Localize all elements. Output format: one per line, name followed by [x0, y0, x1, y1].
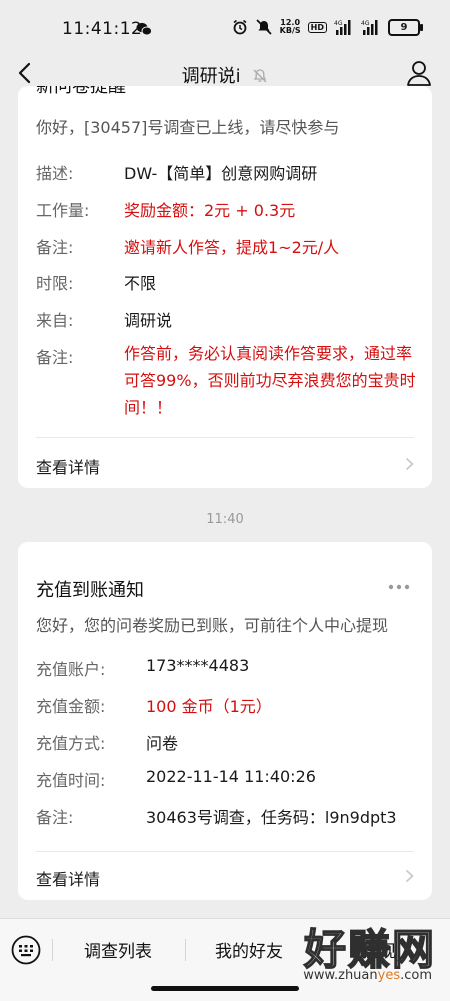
field-label: 来自: [36, 311, 74, 330]
field-value: 问卷 [146, 734, 179, 753]
chat-title: 调研说i [181, 66, 241, 87]
home-indicator[interactable] [151, 986, 299, 991]
field-label: 充值方式: [36, 734, 106, 753]
chevron-right-icon [405, 457, 414, 471]
menu-separator [317, 939, 318, 961]
chat-timestamp: 11:40 [206, 512, 244, 527]
field-value: 调研说 [124, 311, 173, 330]
divider [36, 851, 414, 852]
divider [36, 437, 414, 438]
payment-notice-card[interactable]: 充值到账通知 您好，您的问卷奖励已到账，可前往个人中心提现 充值账户: 173*… [18, 542, 432, 900]
status-icons: 12.0 KB/S HD 4G 4G 9 [232, 16, 423, 38]
field-label: 时限: [36, 274, 74, 293]
view-details-link[interactable]: 查看详情 [36, 866, 100, 890]
field-value: 2022-11-14 11:40:26 [146, 767, 316, 786]
field-value: 100 金币（1元） [146, 697, 272, 716]
field-value: 30463号调查，任务码：l9n9dpt3 [146, 808, 397, 827]
menu-my-friends[interactable]: 我的好友 [215, 937, 283, 962]
menu-survey-list[interactable]: 调查列表 [84, 937, 152, 962]
card-title: 充值到账通知 [36, 580, 144, 601]
field-label: 备注: [36, 348, 74, 367]
wechat-icon [136, 22, 152, 36]
field-label: 充值时间: [36, 771, 106, 790]
field-label: 工作量: [36, 201, 90, 220]
card-intro: 你好，[30457]号调查已上线，请尽快参与 [36, 118, 340, 137]
keyboard-icon[interactable] [11, 935, 41, 965]
card-title-partial: 新问卷提醒 [36, 86, 126, 97]
signal-icon: 4G [334, 20, 351, 35]
field-value: DW-【简单】创意网购调研 [124, 164, 318, 183]
field-label: 描述: [36, 164, 74, 183]
view-details-link[interactable]: 查看详情 [36, 454, 100, 478]
alarm-icon [233, 19, 247, 35]
svg-text:4G: 4G [334, 20, 343, 27]
field-label: 充值账户: [36, 660, 106, 679]
mute-bell-icon [253, 69, 267, 83]
status-bar: 11:41:12 12.0 KB/S HD 4G 4G 9 [0, 0, 450, 50]
field-label: 备注: [36, 808, 74, 827]
menu-withdraw[interactable]: 提现 [362, 937, 396, 962]
survey-notice-card[interactable]: 新问卷提醒 你好，[30457]号调查已上线，请尽快参与 描述: DW-【简单】… [18, 86, 432, 488]
field-value: 不限 [124, 274, 157, 293]
net-speed: 12.0 KB/S [279, 18, 301, 35]
more-dots-icon[interactable] [388, 584, 410, 590]
menu-separator [52, 939, 53, 961]
chat-title-wrap: 调研说i [0, 62, 450, 88]
menu-separator [185, 939, 186, 961]
field-value: 作答前，务必认真阅读作答要求，通过率可答99%，否则前功尽弃浪费您的宝贵时间！！ [124, 344, 416, 417]
profile-icon[interactable] [404, 58, 434, 88]
mute-vibrate-icon [256, 19, 272, 35]
field-label: 充值金额: [36, 697, 106, 716]
signal-icon: 4G [361, 20, 378, 35]
field-value: 奖励金额：2元 + 0.3元 [124, 201, 296, 220]
field-label: 备注: [36, 238, 74, 257]
chevron-right-icon [405, 869, 414, 883]
field-value: 邀请新人作答，提成1~2元/人 [124, 238, 340, 257]
field-value: 173****4483 [146, 656, 250, 675]
svg-text:4G: 4G [361, 20, 370, 27]
hd-badge: HD [307, 21, 327, 33]
status-time: 11:41:12 [62, 19, 143, 39]
battery-icon: 9 [388, 18, 423, 36]
card-intro: 您好，您的问卷奖励已到账，可前往个人中心提现 [36, 616, 389, 635]
